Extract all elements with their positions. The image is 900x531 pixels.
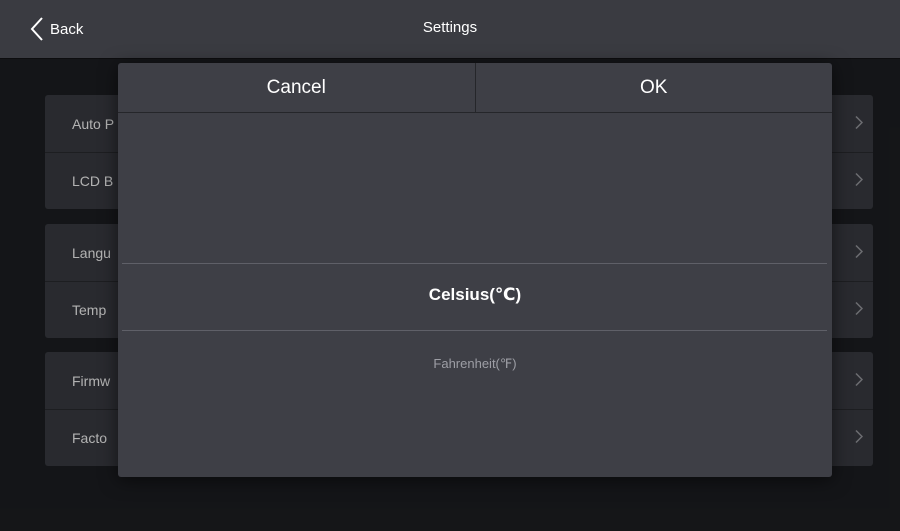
selection-bottom-divider [122, 330, 827, 331]
cancel-button[interactable]: Cancel [118, 63, 476, 112]
unit-picker-wheel[interactable]: Celsius(℃) Fahrenheit(℉) [118, 114, 832, 477]
temperature-unit-picker-dialog: Cancel OK Celsius(℃) Fahrenheit(℉) [118, 63, 832, 477]
page-title: Settings [422, 19, 478, 36]
ok-button[interactable]: OK [476, 63, 833, 112]
top-bar: Back Settings [0, 0, 900, 58]
picker-option-celsius[interactable]: Celsius(℃) [118, 285, 832, 305]
picker-option-fahrenheit[interactable]: Fahrenheit(℉) [118, 356, 832, 372]
dialog-header: Cancel OK [118, 63, 832, 113]
selection-top-divider [122, 263, 827, 264]
